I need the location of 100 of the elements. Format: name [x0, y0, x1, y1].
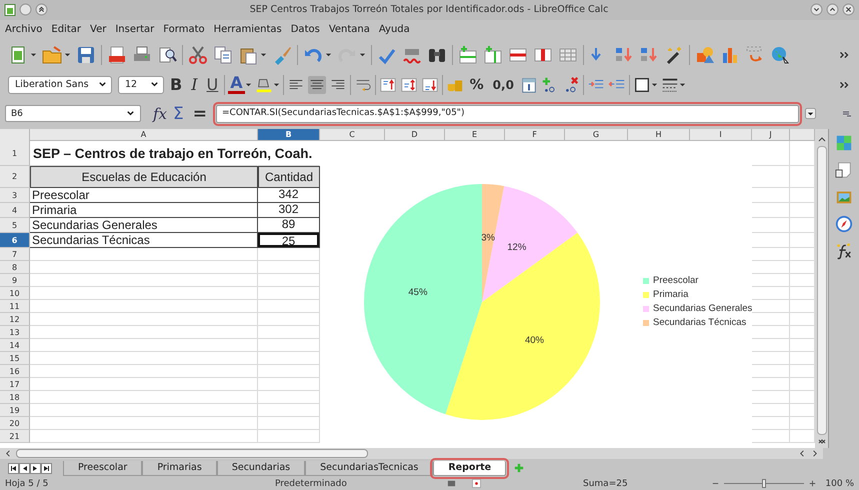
align-bottom-icon[interactable]	[420, 76, 439, 94]
insert-columns-icon[interactable]	[483, 44, 503, 65]
magic-wand-icon[interactable]	[664, 44, 684, 65]
cubes-icon[interactable]	[835, 134, 853, 152]
table-cell[interactable]	[30, 430, 258, 444]
function-wizard-button[interactable]: fx	[153, 104, 168, 123]
table-cell[interactable]	[30, 261, 258, 274]
row-header[interactable]: 7	[0, 248, 30, 262]
row-header[interactable]: 12	[0, 313, 30, 326]
row-header[interactable]: 4	[0, 203, 30, 218]
calendar-icon[interactable]	[520, 76, 538, 94]
save-icon[interactable]	[76, 44, 96, 65]
close-icon[interactable]	[842, 3, 855, 16]
table-cell[interactable]	[30, 404, 258, 418]
row-header[interactable]: 15	[0, 352, 30, 366]
row-header[interactable]: 21	[0, 430, 30, 444]
table-cell[interactable]: 89	[258, 218, 319, 232]
menu-item[interactable]: Herramientas	[214, 24, 282, 35]
cut-icon[interactable]	[188, 44, 208, 65]
row-header[interactable]: 20	[0, 417, 30, 430]
add-sheet-icon[interactable]	[514, 463, 524, 474]
column-header[interactable]: I	[690, 129, 752, 142]
table-cell[interactable]	[30, 274, 258, 288]
scrollbar-thumb[interactable]	[16, 449, 368, 458]
modified-icon[interactable]	[472, 479, 481, 488]
underline-button[interactable]: U	[204, 75, 222, 94]
row-header[interactable]: 2	[0, 166, 30, 188]
table-cell[interactable]: 342	[258, 188, 319, 202]
table-cell[interactable]: 25	[258, 233, 319, 248]
formula-input[interactable]: =CONTAR.SI(SecundariasTecnicas.$A$1:$A$999,"05")	[216, 104, 799, 123]
row-header[interactable]: 19	[0, 404, 30, 418]
copy-icon[interactable]	[213, 44, 233, 65]
row-header[interactable]: 13	[0, 326, 30, 340]
table-cell[interactable]	[30, 417, 258, 430]
sheet-tab[interactable]: Preescolar	[63, 460, 142, 476]
menu-item[interactable]: Formato	[163, 24, 205, 35]
row-header[interactable]: 8	[0, 261, 30, 274]
column-header[interactable]: F	[505, 129, 565, 142]
table-cell[interactable]: 302	[258, 203, 319, 218]
row-header[interactable]: 16	[0, 365, 30, 378]
row-header[interactable]: 1	[0, 141, 30, 166]
table-cell[interactable]	[30, 339, 258, 352]
column-header[interactable]: C	[320, 129, 385, 142]
table-cell[interactable]	[30, 300, 258, 314]
sheet-tab[interactable]: SecundariasTecnicas	[305, 460, 434, 476]
scrollbar-thumb[interactable]	[816, 146, 826, 436]
menu-item[interactable]: Archivo	[5, 24, 42, 35]
menu-item[interactable]: Ver	[90, 24, 106, 35]
row-header[interactable]: 18	[0, 391, 30, 404]
pdf-icon[interactable]	[107, 44, 127, 65]
table-cell[interactable]	[30, 378, 258, 392]
maximize-icon[interactable]	[826, 3, 839, 16]
align-middle-icon[interactable]	[400, 76, 418, 94]
window-button-icon[interactable]	[35, 3, 48, 16]
print-preview-icon[interactable]	[157, 44, 177, 65]
row-header[interactable]: 11	[0, 300, 30, 314]
shapes-icon[interactable]	[695, 44, 715, 65]
bold-button[interactable]: B	[167, 75, 186, 94]
row-header[interactable]: 9	[0, 274, 30, 288]
row-header[interactable]: 10	[0, 287, 30, 300]
table-cell[interactable]	[30, 326, 258, 340]
menu-item[interactable]: Editar	[51, 24, 81, 35]
table-cell[interactable]	[30, 391, 258, 404]
column-header[interactable]: E	[445, 129, 505, 142]
line-style-icon[interactable]	[660, 76, 679, 94]
vertical-scrollbar[interactable]	[815, 129, 828, 448]
menu-item[interactable]: Datos	[290, 24, 320, 35]
menu-item[interactable]: Insertar	[115, 24, 154, 35]
align-top-icon[interactable]	[378, 76, 397, 94]
name-box[interactable]: B6	[5, 105, 141, 122]
table-cell[interactable]	[30, 313, 258, 326]
table-cell[interactable]	[30, 352, 258, 366]
globe-icon[interactable]	[770, 44, 790, 65]
sheet-tab[interactable]: Reporte	[433, 460, 506, 476]
column-header[interactable]: G	[565, 129, 628, 142]
number-format-button[interactable]: 0,0	[490, 78, 517, 92]
functions-icon[interactable]	[835, 242, 853, 260]
minimize-icon[interactable]	[810, 3, 823, 16]
sum-button[interactable]: Σ	[173, 104, 184, 124]
column-header[interactable]: D	[385, 129, 445, 142]
font-size-box[interactable]: 12	[118, 76, 164, 94]
percent-button[interactable]: %	[466, 76, 487, 93]
row-header[interactable]: 14	[0, 339, 30, 352]
sheet-navigation-icon[interactable]	[6, 462, 54, 474]
align-center-icon[interactable]	[308, 76, 326, 94]
menu-item[interactable]: Ayuda	[378, 24, 410, 35]
row-header[interactable]: 17	[0, 378, 30, 392]
sheet-tab[interactable]: Secundarias	[216, 460, 306, 476]
expand-icon[interactable]	[805, 108, 816, 120]
column-header[interactable]: H	[628, 129, 690, 142]
select-all-corner[interactable]	[0, 129, 30, 142]
zoom-slider-thumb[interactable]	[762, 479, 766, 488]
column-header[interactable]: B	[258, 129, 320, 142]
menu-item[interactable]: Ventana	[328, 24, 370, 35]
compass-icon[interactable]	[835, 215, 853, 234]
italic-button[interactable]: I	[188, 75, 201, 94]
table-cell[interactable]	[30, 287, 258, 300]
insert-rows-icon[interactable]	[458, 44, 478, 65]
font-color-button[interactable]: A	[228, 75, 245, 94]
row-header[interactable]: 6	[0, 233, 30, 248]
